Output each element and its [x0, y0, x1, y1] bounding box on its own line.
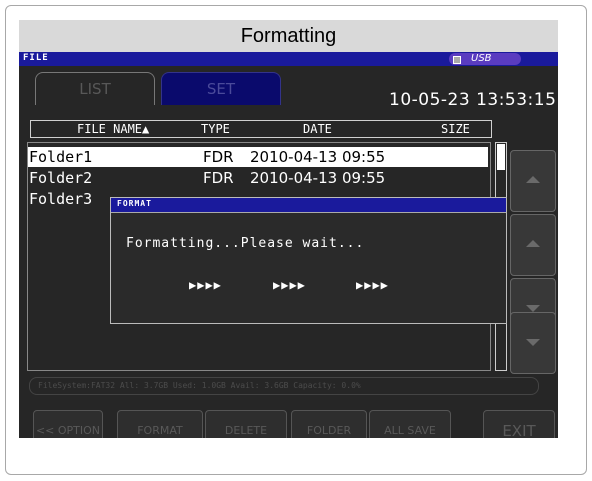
file-row[interactable]: Folder1 FDR 2010-04-13 09:55: [28, 147, 488, 167]
folder-button-label: FOLDER: [306, 424, 352, 437]
clock-display: 10-05-23 13:53:15: [389, 90, 557, 110]
format-button[interactable]: FORMAT: [117, 410, 203, 438]
tab-set-label: SET: [206, 80, 236, 98]
option-button-label: << OPTION: [35, 424, 101, 437]
tab-list[interactable]: LIST: [35, 72, 155, 105]
progress-arrows: ▶▶▶▶: [189, 278, 222, 292]
triangle-down-icon: [526, 339, 540, 346]
file-date: 2010-04-13 09:55: [250, 148, 386, 166]
filesystem-status: FileSystem:FAT32 All: 3.7GB Used: 1.0GB …: [29, 377, 539, 395]
scroll-up-button[interactable]: [510, 214, 556, 276]
usb-badge: USB: [449, 53, 521, 65]
file-date: 2010-04-13 09:55: [250, 169, 386, 187]
file-name: Folder1: [29, 148, 93, 166]
dialog-message: Formatting...Please wait...: [126, 236, 365, 251]
delete-button-label: DELETE: [224, 424, 268, 437]
column-header-date[interactable]: DATE: [303, 121, 332, 137]
column-header-size[interactable]: SIZE: [441, 121, 470, 137]
exit-button-label: EXIT: [502, 422, 536, 438]
column-header-name[interactable]: FILE NAME▲: [77, 121, 149, 137]
title-bar: FILE USB: [19, 52, 558, 66]
folder-button[interactable]: FOLDER: [291, 410, 367, 438]
page-down-button[interactable]: [510, 312, 556, 374]
dialog-title: FORMAT: [117, 199, 152, 208]
usb-icon: [453, 56, 461, 64]
delete-button[interactable]: DELETE: [205, 410, 287, 438]
figure-caption: Formatting: [19, 20, 558, 52]
page-up-button[interactable]: [510, 150, 556, 212]
triangle-up-icon: [526, 176, 540, 183]
option-button[interactable]: << OPTION: [33, 410, 103, 438]
all-save-button[interactable]: ALL SAVE: [369, 410, 451, 438]
file-table-header: FILE NAME▲ TYPE DATE SIZE: [30, 120, 492, 138]
file-type: FDR: [203, 169, 234, 187]
triangle-down-icon: [526, 305, 540, 312]
device-screen: FILE USB LIST SET 10-05-23 13:53:15 FILE…: [19, 52, 558, 438]
triangle-up-icon: [526, 240, 540, 247]
file-name: Folder2: [29, 169, 93, 187]
progress-arrows: ▶▶▶▶: [356, 278, 389, 292]
file-type: FDR: [203, 148, 234, 166]
format-button-label: FORMAT: [137, 424, 183, 437]
file-name: Folder3: [29, 190, 93, 208]
format-dialog: FORMAT Formatting...Please wait... ▶▶▶▶ …: [110, 197, 507, 324]
column-header-type[interactable]: TYPE: [201, 121, 230, 137]
usb-label: USB: [471, 53, 492, 64]
screen-title: FILE: [23, 53, 49, 63]
scrollbar-thumb[interactable]: [497, 144, 505, 170]
exit-button[interactable]: EXIT: [483, 410, 555, 438]
progress-arrows: ▶▶▶▶: [273, 278, 306, 292]
all-save-button-label: ALL SAVE: [384, 424, 436, 437]
tab-set[interactable]: SET: [161, 72, 281, 105]
tab-list-label: LIST: [79, 80, 111, 98]
dialog-title-bar: FORMAT: [111, 198, 506, 213]
